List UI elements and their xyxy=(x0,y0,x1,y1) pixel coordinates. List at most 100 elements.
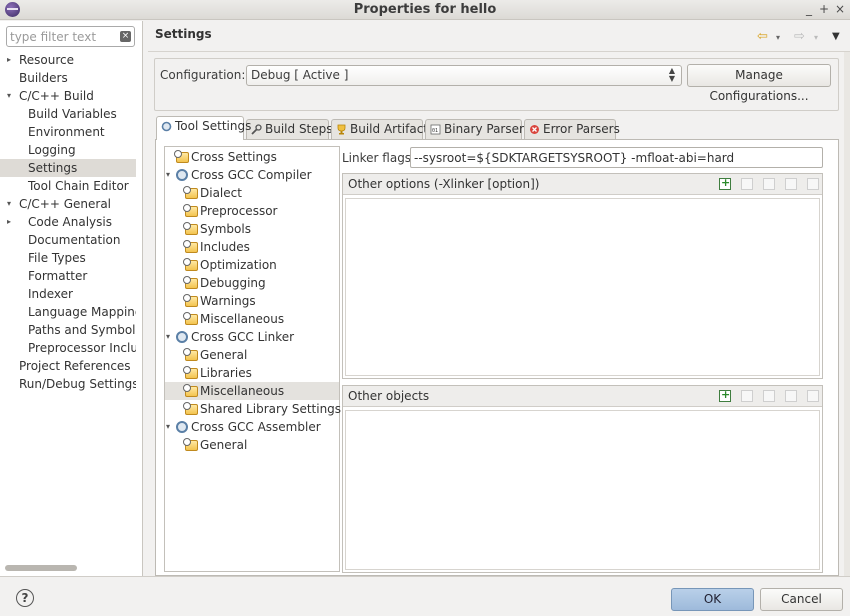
expanded-chevron-icon[interactable]: ▾ xyxy=(163,328,173,346)
left-tree-label: Tool Chain Editor xyxy=(28,179,129,193)
tool-tree-item[interactable]: Libraries xyxy=(165,364,339,382)
tool-tree-item[interactable]: Miscellaneous xyxy=(165,310,339,328)
clear-filter-icon[interactable]: × xyxy=(120,31,131,42)
tool-tree-label: General xyxy=(200,438,248,452)
edit-object-icon xyxy=(763,390,775,402)
tool-tree-item[interactable]: Dialect xyxy=(165,184,339,202)
tool-settings-tree: Cross Settings ▾ Cross GCC Compiler Dialect… xyxy=(164,146,342,572)
left-tree-label: Code Analysis xyxy=(28,215,112,229)
left-tree-item[interactable]: Tool Chain Editor xyxy=(0,177,136,195)
left-tree-item[interactable]: File Types xyxy=(0,249,136,267)
settings-folder-icon xyxy=(183,294,198,307)
tab-build-steps[interactable]: Build Steps xyxy=(246,119,333,139)
other-options-list-body[interactable] xyxy=(345,198,820,376)
back-arrow-icon[interactable]: ⇦ xyxy=(757,29,768,44)
left-tree-item[interactable]: ▸ Resource xyxy=(0,51,136,69)
add-object-icon[interactable] xyxy=(719,388,731,402)
tool-icon xyxy=(176,169,188,181)
tool-tree-item[interactable]: Shared Library Settings xyxy=(165,400,342,418)
cancel-button[interactable]: Cancel xyxy=(760,588,843,611)
collapsed-chevron-icon[interactable]: ▸ xyxy=(4,213,14,231)
expanded-chevron-icon[interactable]: ▾ xyxy=(4,87,14,105)
expanded-chevron-icon[interactable]: ▾ xyxy=(163,418,173,436)
tool-tree-label: General xyxy=(200,348,248,362)
tool-tree-item[interactable]: ▾ Cross GCC Compiler xyxy=(165,166,339,184)
settings-folder-icon xyxy=(183,204,198,217)
tool-tree-item[interactable]: Preprocessor xyxy=(165,202,339,220)
title-bar: Properties for hello _ + × xyxy=(0,0,850,20)
collapsed-chevron-icon[interactable]: ▸ xyxy=(4,51,14,69)
other-objects-list-body[interactable] xyxy=(345,410,820,570)
minimize-button[interactable]: _ xyxy=(801,1,817,17)
page-title: Settings xyxy=(155,27,212,41)
tool-tree-item[interactable]: ▾ Cross GCC Linker xyxy=(165,328,339,346)
tab-build-artifact[interactable]: Build Artifact xyxy=(331,119,428,139)
settings-folder-icon xyxy=(183,258,198,271)
tool-tree-item[interactable]: Debugging xyxy=(165,274,339,292)
left-tree-item[interactable]: Language Mappings xyxy=(0,303,136,321)
vertical-scrollbar[interactable] xyxy=(844,52,850,576)
left-tree-item[interactable]: Environment xyxy=(0,123,136,141)
configuration-label: Configuration: xyxy=(160,68,246,82)
left-tree-item[interactable]: Build Variables xyxy=(0,105,136,123)
svg-text:01: 01 xyxy=(432,128,438,134)
other-objects-label: Other objects xyxy=(348,389,430,403)
settings-folder-icon xyxy=(183,366,198,379)
tab-binary-parsers[interactable]: 01 Binary Parsers xyxy=(425,119,530,139)
settings-folder-icon xyxy=(183,222,198,235)
delete-option-icon xyxy=(741,178,753,190)
manage-configurations-button[interactable]: Manage Configurations... xyxy=(687,64,831,103)
left-tree-item[interactable]: Logging xyxy=(0,141,136,159)
tool-tree-label: Shared Library Settings xyxy=(200,402,342,416)
horizontal-scrollbar-thumb[interactable] xyxy=(5,565,77,571)
left-tree-item[interactable]: ▸ Code Analysis xyxy=(0,213,136,231)
tab-label: Tool Settings xyxy=(175,119,252,133)
left-tree-label: Language Mappings xyxy=(28,305,136,319)
left-tree-item[interactable]: Settings xyxy=(0,159,136,177)
left-tree-item[interactable]: Preprocessor Include xyxy=(0,339,136,357)
left-tree-item[interactable]: ▾ C/C++ General xyxy=(0,195,136,213)
tool-tree-item[interactable]: Optimization xyxy=(165,256,339,274)
configuration-value: Debug [ Active ] xyxy=(251,68,349,82)
left-tree-item[interactable]: Formatter xyxy=(0,267,136,285)
left-tree-item[interactable]: Run/Debug Settings xyxy=(0,375,136,393)
filter-field[interactable]: × xyxy=(6,26,135,47)
window-title: Properties for hello xyxy=(353,2,497,17)
left-tree-label: Builders xyxy=(19,71,68,85)
linker-flags-input[interactable] xyxy=(410,147,823,168)
tool-tree-item[interactable]: Symbols xyxy=(165,220,339,238)
configuration-select[interactable]: Debug [ Active ] ▲ ▼ xyxy=(246,65,682,86)
expanded-chevron-icon[interactable]: ▾ xyxy=(163,166,173,184)
tab-label: Build Artifact xyxy=(350,122,428,136)
tool-tree-item[interactable]: ▾ Cross GCC Assembler xyxy=(165,418,339,436)
tool-tree-item[interactable]: General xyxy=(165,346,339,364)
tool-tree-item[interactable]: Cross Settings xyxy=(165,148,339,166)
left-tree-label: Preprocessor Include xyxy=(28,341,136,355)
left-tree-item[interactable]: Documentation xyxy=(0,231,136,249)
tab-error-parsers[interactable]: Error Parsers xyxy=(524,119,620,139)
back-menu-chevron-icon[interactable]: ▾ xyxy=(776,33,780,42)
forward-arrow-icon: ⇨ xyxy=(794,29,805,44)
filter-input[interactable] xyxy=(7,27,112,46)
view-menu-chevron-icon[interactable]: ▼ xyxy=(832,31,840,42)
tool-tree-item[interactable]: Warnings xyxy=(165,292,339,310)
left-tree-item[interactable]: Builders xyxy=(0,69,136,87)
close-button[interactable]: × xyxy=(832,1,848,17)
tool-tree-item[interactable]: Miscellaneous xyxy=(165,382,339,400)
tool-tree-label: Miscellaneous xyxy=(200,384,285,398)
left-tree-item[interactable]: Indexer xyxy=(0,285,136,303)
left-tree-item[interactable]: Paths and Symbols xyxy=(0,321,136,339)
left-tree-item[interactable]: ▾ C/C++ Build xyxy=(0,87,136,105)
left-tree-item[interactable]: Project References xyxy=(0,357,136,375)
maximize-button[interactable]: + xyxy=(816,1,832,17)
tool-tree-label: Cross GCC Compiler xyxy=(191,168,312,182)
ok-button[interactable]: OK xyxy=(671,588,754,611)
settings-folder-icon xyxy=(183,186,198,199)
tool-tree-item[interactable]: General xyxy=(165,436,339,454)
tab-tool-settings[interactable]: Tool Settings xyxy=(156,116,251,140)
expanded-chevron-icon[interactable]: ▾ xyxy=(4,195,14,213)
tool-tree-item[interactable]: Includes xyxy=(165,238,339,256)
add-option-icon[interactable] xyxy=(719,176,731,190)
left-tree-label: Settings xyxy=(28,161,78,175)
help-icon[interactable]: ? xyxy=(16,589,34,607)
